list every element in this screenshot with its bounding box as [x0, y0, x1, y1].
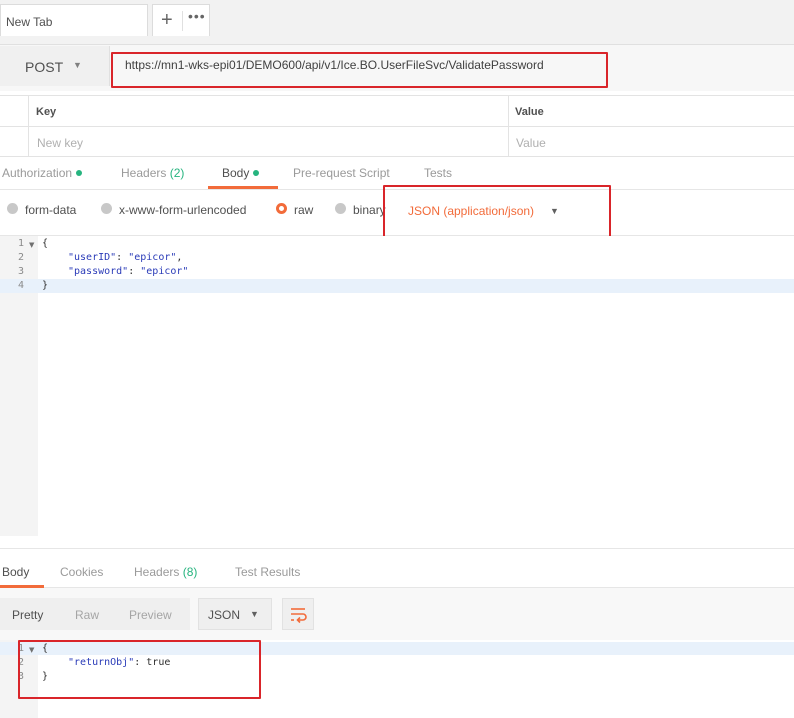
key-column-header: Key	[36, 106, 57, 118]
response-tab-test-results[interactable]: Test Results	[235, 565, 300, 579]
tab-body-label: Body	[222, 166, 250, 180]
wrap-lines-button[interactable]	[282, 598, 314, 630]
params-row-divider	[0, 126, 794, 127]
response-format-select[interactable]: JSON ▼	[198, 598, 272, 630]
response-tab-cookies[interactable]: Cookies	[60, 565, 103, 579]
tab-headers[interactable]: Headers (2)	[121, 166, 184, 180]
code-line: {	[42, 238, 49, 249]
code-line: }	[42, 280, 49, 291]
radio-binary[interactable]	[335, 203, 346, 214]
content-type-highlight-box	[383, 185, 611, 241]
new-key-input[interactable]: New key	[37, 136, 83, 150]
response-tab-body[interactable]: Body	[2, 565, 29, 579]
response-highlight-box	[18, 640, 261, 699]
json-string: "epicor"	[140, 266, 189, 277]
params-col-divider	[28, 95, 29, 157]
form-data-label: form-data	[25, 203, 77, 217]
params-col-divider	[508, 95, 509, 157]
line-number: 3	[18, 266, 25, 277]
raw-label: raw	[294, 203, 314, 217]
chevron-down-icon: ▼	[250, 609, 259, 619]
response-tab-headers[interactable]: Headers (8)	[134, 565, 197, 579]
tab-new-tab[interactable]: New Tab	[0, 4, 148, 36]
format-label: JSON	[208, 608, 241, 622]
line-number: 1	[18, 238, 25, 249]
tab-actions-divider	[182, 11, 183, 31]
response-headers-count-badge: (8)	[182, 565, 198, 579]
wrap-lines-icon	[291, 608, 307, 624]
radio-urlencoded[interactable]	[101, 203, 112, 214]
url-highlight-box	[111, 52, 608, 88]
tab-headers-label: Headers	[121, 166, 167, 180]
tab-prerequest-script[interactable]: Pre-request Script	[293, 166, 390, 180]
line-number: 2	[18, 252, 25, 263]
radio-raw[interactable]	[276, 203, 287, 214]
json-key: "userID"	[68, 252, 117, 263]
code-line: "userID": "epicor",	[68, 252, 183, 263]
tab-actions: + •••	[152, 4, 210, 36]
raw-button[interactable]: Raw	[75, 608, 99, 622]
line-number: 4	[18, 280, 25, 291]
json-key: "password"	[68, 266, 129, 277]
method-select[interactable]: POST ▼	[0, 46, 110, 86]
tab-body[interactable]: Body	[222, 166, 260, 180]
tab-authorization[interactable]: Authorization	[2, 166, 83, 180]
status-dot-icon	[76, 170, 83, 176]
urlencoded-label: x-www-form-urlencoded	[119, 203, 247, 217]
tab-tests[interactable]: Tests	[424, 166, 452, 180]
active-tab-indicator	[208, 186, 278, 189]
active-line-highlight	[0, 279, 794, 293]
tab-authorization-label: Authorization	[2, 166, 73, 180]
fold-arrow-icon[interactable]: ▼	[29, 241, 34, 249]
json-string: "epicor"	[128, 252, 177, 263]
chevron-down-icon: ▼	[73, 60, 82, 70]
new-value-input[interactable]: Value	[516, 136, 546, 150]
headers-count-badge: (2)	[169, 166, 185, 180]
status-dot-icon	[253, 170, 260, 176]
preview-button[interactable]: Preview	[129, 608, 172, 622]
plus-icon[interactable]: +	[161, 9, 173, 31]
method-label: POST	[25, 59, 64, 75]
binary-label: binary	[353, 203, 386, 217]
tab-title: New Tab	[6, 15, 53, 29]
pretty-button[interactable]: Pretty	[12, 608, 43, 622]
radio-form-data[interactable]	[7, 203, 18, 214]
response-tabs	[0, 548, 794, 588]
ellipsis-icon[interactable]: •••	[188, 8, 206, 24]
code-line: "password": "epicor"	[68, 266, 189, 277]
value-column-header: Value	[515, 106, 544, 118]
response-tab-headers-label: Headers	[134, 565, 180, 579]
